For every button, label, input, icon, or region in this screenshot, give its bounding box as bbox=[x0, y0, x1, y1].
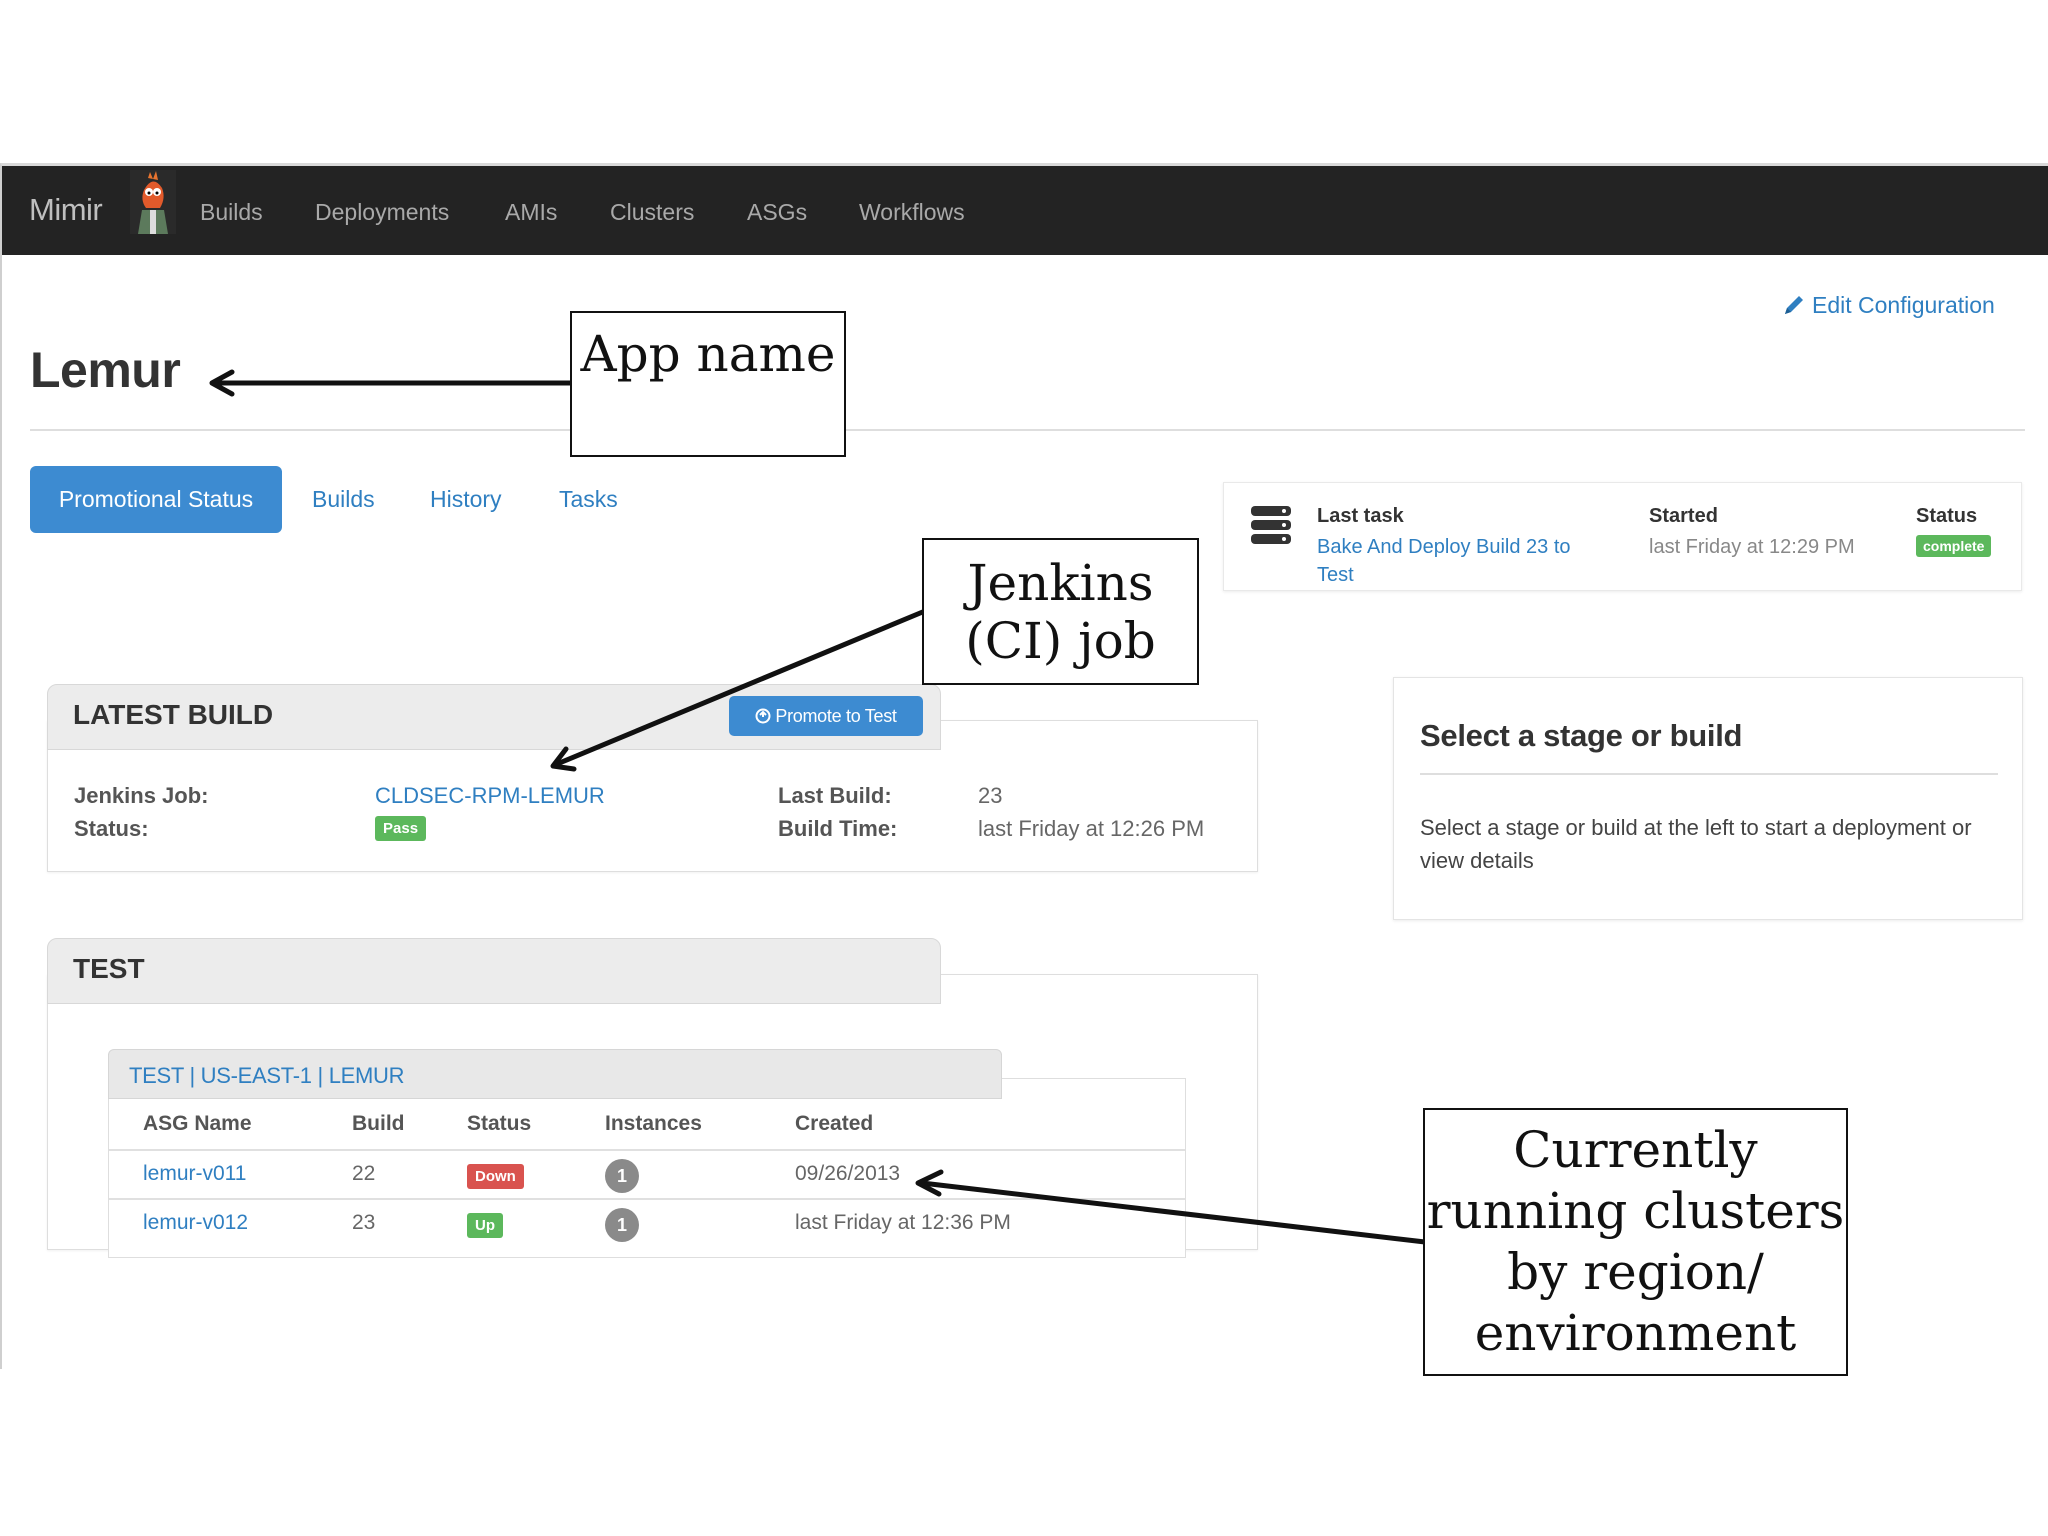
instance-count-badge[interactable]: 1 bbox=[605, 1159, 639, 1193]
promote-to-test-button[interactable]: Promote to Test bbox=[729, 696, 923, 736]
select-stage-panel: Select a stage or build Select a stage o… bbox=[1393, 677, 2023, 920]
annotation-clusters: Currently running clusters by region/ en… bbox=[1423, 1108, 1848, 1376]
asg-build: 23 bbox=[352, 1211, 376, 1234]
circle-arrow-icon bbox=[755, 708, 771, 724]
beaker-mascot-icon bbox=[130, 170, 176, 234]
last-build-value: 23 bbox=[978, 783, 1003, 808]
build-time-value: last Friday at 12:26 PM bbox=[978, 816, 1205, 841]
build-status-badge: Pass bbox=[375, 816, 427, 841]
jenkins-job-link[interactable]: CLDSEC-RPM-LEMUR bbox=[375, 783, 605, 809]
server-icon bbox=[1251, 506, 1291, 544]
latest-build-title: LATEST BUILD bbox=[73, 699, 274, 730]
asg-name-link[interactable]: lemur-v012 bbox=[143, 1211, 248, 1235]
test-stage-header bbox=[47, 938, 941, 1004]
status-label: Status bbox=[1916, 505, 1978, 527]
asg-group-title[interactable]: TEST | US-EAST-1 | LEMUR bbox=[129, 1063, 405, 1089]
status-badge-complete: complete bbox=[1916, 535, 1992, 557]
build-status-label: Status: bbox=[74, 816, 149, 841]
column-build: Build bbox=[352, 1112, 405, 1135]
last-task-panel: Last task Bake And Deploy Build 23 to Te… bbox=[1223, 482, 2022, 591]
nav-amis[interactable]: AMIs bbox=[505, 199, 557, 226]
select-stage-divider bbox=[1420, 773, 1998, 775]
last-build-label: Last Build: bbox=[778, 783, 892, 808]
asg-status-badge: Down bbox=[467, 1164, 524, 1189]
asg-name-link[interactable]: lemur-v011 bbox=[143, 1162, 246, 1186]
asg-status-badge: Up bbox=[467, 1213, 503, 1238]
page-title: Lemur bbox=[30, 342, 181, 398]
brand-logo-text[interactable]: Mimir bbox=[29, 192, 103, 228]
tab-promotional-status[interactable]: Promotional Status bbox=[30, 466, 282, 533]
nav-deployments[interactable]: Deployments bbox=[315, 199, 449, 226]
annotation-jenkins-job: Jenkins (CI) job bbox=[922, 538, 1199, 685]
last-task-label: Last task bbox=[1317, 505, 1404, 527]
nav-builds[interactable]: Builds bbox=[200, 199, 263, 226]
instance-count-badge[interactable]: 1 bbox=[605, 1208, 639, 1242]
started-label: Started bbox=[1649, 505, 1718, 527]
tab-history[interactable]: History bbox=[430, 466, 502, 533]
nav-clusters[interactable]: Clusters bbox=[610, 199, 694, 226]
asg-group-panel bbox=[108, 1078, 1186, 1258]
tab-builds[interactable]: Builds bbox=[312, 466, 375, 533]
column-asg-name: ASG Name bbox=[143, 1112, 252, 1135]
column-status: Status bbox=[467, 1112, 532, 1135]
table-header-divider bbox=[109, 1149, 1185, 1151]
column-instances: Instances bbox=[605, 1112, 702, 1135]
promote-to-test-label: Promote to Test bbox=[775, 706, 897, 726]
last-task-link[interactable]: Bake And Deploy Build 23 to Test bbox=[1317, 533, 1607, 589]
edit-configuration-label: Edit Configuration bbox=[1812, 292, 1995, 318]
test-stage-title: TEST bbox=[73, 953, 145, 984]
table-row-divider bbox=[109, 1198, 1185, 1200]
header-divider bbox=[30, 429, 2025, 431]
asg-build: 22 bbox=[352, 1162, 376, 1185]
edit-configuration-link[interactable]: Edit Configuration bbox=[1782, 292, 1995, 319]
jenkins-job-label: Jenkins Job: bbox=[74, 783, 209, 808]
asg-group-header: TEST | US-EAST-1 | LEMUR bbox=[108, 1049, 1002, 1099]
asg-created: 09/26/2013 bbox=[795, 1162, 901, 1185]
top-navbar: Mimir Builds Deployments AMIs Clusters A… bbox=[2, 166, 2048, 255]
select-stage-text: Select a stage or build at the left to s… bbox=[1420, 815, 1972, 873]
build-time-label: Build Time: bbox=[778, 816, 898, 841]
started-value: last Friday at 12:29 PM bbox=[1649, 536, 1855, 558]
tab-tasks[interactable]: Tasks bbox=[559, 466, 618, 533]
select-stage-title: Select a stage or build bbox=[1420, 718, 1743, 753]
asg-created: last Friday at 12:36 PM bbox=[795, 1211, 1011, 1234]
nav-workflows[interactable]: Workflows bbox=[859, 199, 965, 226]
nav-asgs[interactable]: ASGs bbox=[747, 199, 807, 226]
column-created: Created bbox=[795, 1112, 874, 1135]
annotation-app-name: App name bbox=[570, 311, 846, 457]
pencil-icon bbox=[1785, 296, 1803, 314]
